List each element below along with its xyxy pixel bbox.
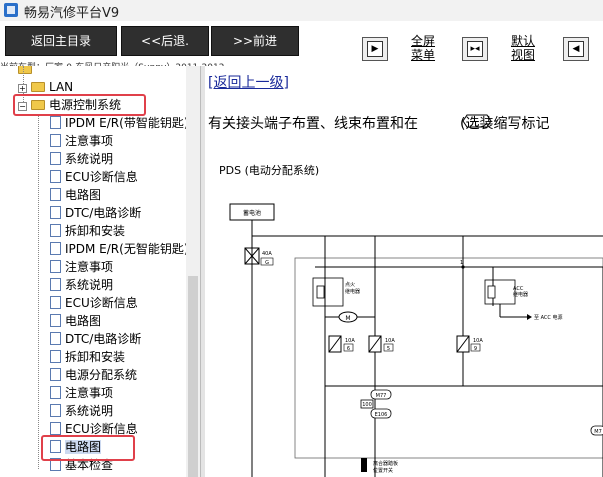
- svg-text:M77: M77: [376, 393, 387, 399]
- intro-text: 有关接头端子布置、线束布置和在 (选装缩写标记: [208, 116, 550, 132]
- svg-text:10A: 10A: [345, 338, 355, 344]
- document-icon: [50, 188, 61, 201]
- svg-text:100: 100: [362, 402, 372, 408]
- arrow-left-icon: ◀: [572, 44, 580, 54]
- option-hexagon-icon: [462, 114, 492, 128]
- collapse-panel-button[interactable]: ◀: [563, 37, 589, 61]
- window-title: 畅易汽修平台V9: [24, 6, 120, 21]
- tree-item[interactable]: 系统说明: [50, 150, 113, 168]
- full-menu-toggle-button[interactable]: ▶: [362, 37, 388, 61]
- svg-text:点火: 点火: [345, 282, 355, 288]
- tree-item[interactable]: ECU诊断信息: [50, 168, 138, 186]
- folder-icon: [31, 82, 45, 92]
- pds-title: PDS (电动分配系统): [219, 164, 320, 177]
- document-icon: [50, 206, 61, 219]
- tree-item[interactable]: 系统说明: [50, 276, 113, 294]
- document-icon: [50, 134, 61, 147]
- arrow-right-icon: ▶: [371, 44, 379, 54]
- svg-text:至 ACC 电源: 至 ACC 电源: [534, 314, 563, 321]
- tree-item[interactable]: 注意事项: [50, 132, 113, 150]
- document-icon: [50, 170, 61, 183]
- title-bar: 畅易汽修平台V9: [0, 0, 603, 22]
- svg-text:G: G: [265, 260, 269, 266]
- wiring-diagram: 蓄电池 40A G 1 点火 继电器 M 10A 6 10A 5 10A 9 A…: [229, 203, 603, 477]
- tree-item[interactable]: 电路图: [50, 312, 101, 330]
- svg-text:E106: E106: [375, 412, 388, 418]
- content-panel: [返回上一级] 有关接头端子布置、线束布置和在 (选装缩写标记 PDS (电动分配…: [205, 66, 603, 477]
- highlight-box-power-control: [13, 94, 146, 116]
- tree-item[interactable]: 电路图: [50, 186, 101, 204]
- svg-text:9: 9: [474, 346, 477, 352]
- svg-text:6: 6: [347, 346, 350, 352]
- svg-text:位置开关: 位置开关: [373, 467, 393, 474]
- tree-item[interactable]: 系统说明: [50, 402, 113, 420]
- split-view-button[interactable]: ▸◂: [462, 37, 488, 61]
- back-to-parent-link[interactable]: [返回上一级]: [208, 72, 289, 92]
- document-icon: [50, 224, 61, 237]
- svg-text:10A: 10A: [385, 338, 395, 344]
- tree-item[interactable]: 注意事项: [50, 258, 113, 276]
- highlight-box-circuit-diagram: [41, 435, 135, 461]
- svg-text:M7: M7: [594, 429, 602, 435]
- next-button[interactable]: >>前进: [211, 26, 299, 56]
- tree-item[interactable]: DTC/电路诊断: [50, 204, 141, 222]
- app-icon: [4, 3, 18, 17]
- back-home-button[interactable]: 返回主目录: [5, 26, 117, 56]
- tree-scrollbar[interactable]: [186, 66, 200, 477]
- tree-item[interactable]: 注意事项: [50, 384, 113, 402]
- toolbar: 返回主目录 <<后退. >>前进 ▶ 全屏 菜单 ▸◂ 默认 视图 ◀: [0, 21, 603, 64]
- tree-item[interactable]: ECU诊断信息: [50, 294, 138, 312]
- navigation-tree[interactable]: + LAN − 电源控制系统 IPDM E/R(带智能钥匙) 注意事项 系统说明 E…: [0, 66, 200, 477]
- document-icon: [50, 422, 61, 435]
- document-icon: [50, 278, 61, 291]
- fuse-40a-label: 40A: [262, 251, 272, 257]
- tree-item[interactable]: IPDM E/R(无智能钥匙): [50, 240, 189, 258]
- tree-item[interactable]: 电源分配系统: [50, 366, 137, 384]
- svg-text:10A: 10A: [473, 338, 483, 344]
- expand-icon[interactable]: +: [18, 84, 27, 93]
- document-icon: [50, 404, 61, 417]
- svg-text:继电器: 继电器: [513, 291, 528, 298]
- scrollbar-thumb[interactable]: [188, 276, 198, 477]
- document-icon: [50, 332, 61, 345]
- document-icon: [50, 386, 61, 399]
- document-icon: [50, 242, 61, 255]
- document-icon: [50, 368, 61, 381]
- document-icon: [50, 350, 61, 363]
- document-icon: [50, 296, 61, 309]
- svg-text:5: 5: [387, 346, 390, 352]
- tree-item[interactable]: 拆卸和安装: [50, 348, 125, 366]
- full-menu-link[interactable]: 全屏 菜单: [411, 34, 435, 62]
- tree-item[interactable]: DTC/电路诊断: [50, 330, 141, 348]
- split-arrows-icon: ▸◂: [470, 44, 480, 54]
- svg-text:M: M: [345, 315, 350, 322]
- battery-label: 蓄电池: [243, 209, 261, 217]
- svg-text:继电器: 继电器: [345, 288, 360, 295]
- default-view-link[interactable]: 默认 视图: [511, 34, 535, 62]
- tree-item[interactable]: IPDM E/R(带智能钥匙): [50, 114, 189, 132]
- document-icon: [50, 314, 61, 327]
- folder-icon: [18, 66, 32, 74]
- document-icon: [50, 152, 61, 165]
- svg-text:离合器踏板: 离合器踏板: [373, 460, 398, 467]
- document-icon: [50, 116, 61, 129]
- prev-button[interactable]: <<后退.: [121, 26, 209, 56]
- document-icon: [50, 260, 61, 273]
- tree-item[interactable]: 拆卸和安装: [50, 222, 125, 240]
- tree-folder-partial[interactable]: [18, 66, 36, 78]
